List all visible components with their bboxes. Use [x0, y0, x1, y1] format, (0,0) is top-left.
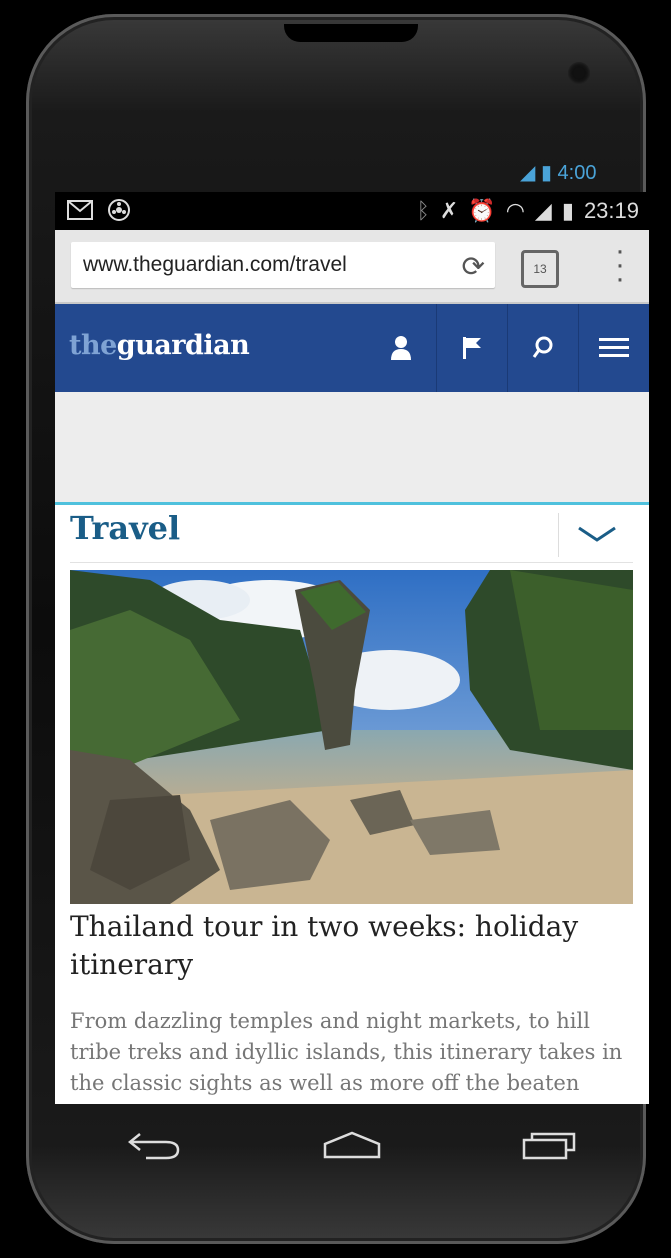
outer-battery-icon: ▮ [540, 162, 552, 184]
site-logo[interactable]: theguardian [69, 330, 250, 361]
ad-placeholder [55, 392, 649, 502]
article-standfirst: From dazzling temples and night markets,… [70, 1009, 623, 1104]
bluetooth-icon: ᛒ [416, 198, 430, 223]
tools-icon [108, 199, 130, 221]
edition-flag-icon[interactable] [436, 304, 507, 392]
tab-count: 13 [533, 262, 547, 276]
battery-icon: ▮ [561, 198, 574, 223]
front-camera [568, 62, 590, 84]
address-bar[interactable]: www.theguardian.com/travel ⟳ [71, 242, 495, 288]
chevron-down-icon[interactable] [558, 513, 635, 557]
logo-the: the [69, 330, 117, 361]
section-header: Travel [55, 502, 649, 565]
gmail-icon [67, 200, 93, 220]
recent-apps-icon[interactable] [505, 1115, 595, 1175]
home-icon[interactable] [307, 1115, 397, 1175]
url-text[interactable]: www.theguardian.com/travel [83, 253, 347, 277]
screen: ᛒ ✗ ⏰ ◠ ◢ ▮ 23:19 www.theguardian.com/tr… [55, 192, 649, 1104]
tab-switcher-button[interactable]: 13 [521, 250, 559, 288]
search-icon[interactable] [507, 304, 578, 392]
wifi-icon: ◠ [505, 198, 525, 223]
section-title[interactable]: Travel [70, 509, 180, 547]
phone-frame: ◢ ▮ 4:00 ᛒ ✗ ⏰ ◠ ◢ ▮ 23:19 www.theguardi… [0, 0, 671, 1258]
signal-icon: ◢ [534, 198, 552, 223]
alarm-icon: ⏰ [468, 198, 496, 223]
site-header: theguardian [55, 304, 649, 392]
status-time: 23:19 [583, 198, 639, 223]
logo-guardian: guardian [116, 330, 250, 361]
system-nav-bar [55, 1104, 649, 1186]
overflow-menu-icon[interactable]: · · · [615, 236, 625, 294]
status-bar: ᛒ ✗ ⏰ ◠ ◢ ▮ 23:19 [55, 192, 649, 230]
article-headline[interactable]: Thailand tour in two weeks: holiday itin… [70, 908, 633, 984]
article-image[interactable] [70, 570, 633, 904]
browser-toolbar: www.theguardian.com/travel ⟳ 13 · · · [55, 230, 649, 304]
speaker-grille [284, 24, 418, 42]
menu-icon[interactable] [578, 304, 649, 392]
reload-icon[interactable]: ⟳ [462, 250, 485, 283]
outer-status: ◢ ▮ 4:00 [520, 160, 640, 188]
mute-icon: ✗ [439, 198, 459, 223]
outer-time: 4:00 [557, 162, 597, 184]
back-icon[interactable] [109, 1115, 199, 1175]
profile-icon[interactable] [366, 304, 436, 392]
outer-signal-icon: ◢ [520, 162, 536, 184]
section-divider [70, 562, 633, 563]
